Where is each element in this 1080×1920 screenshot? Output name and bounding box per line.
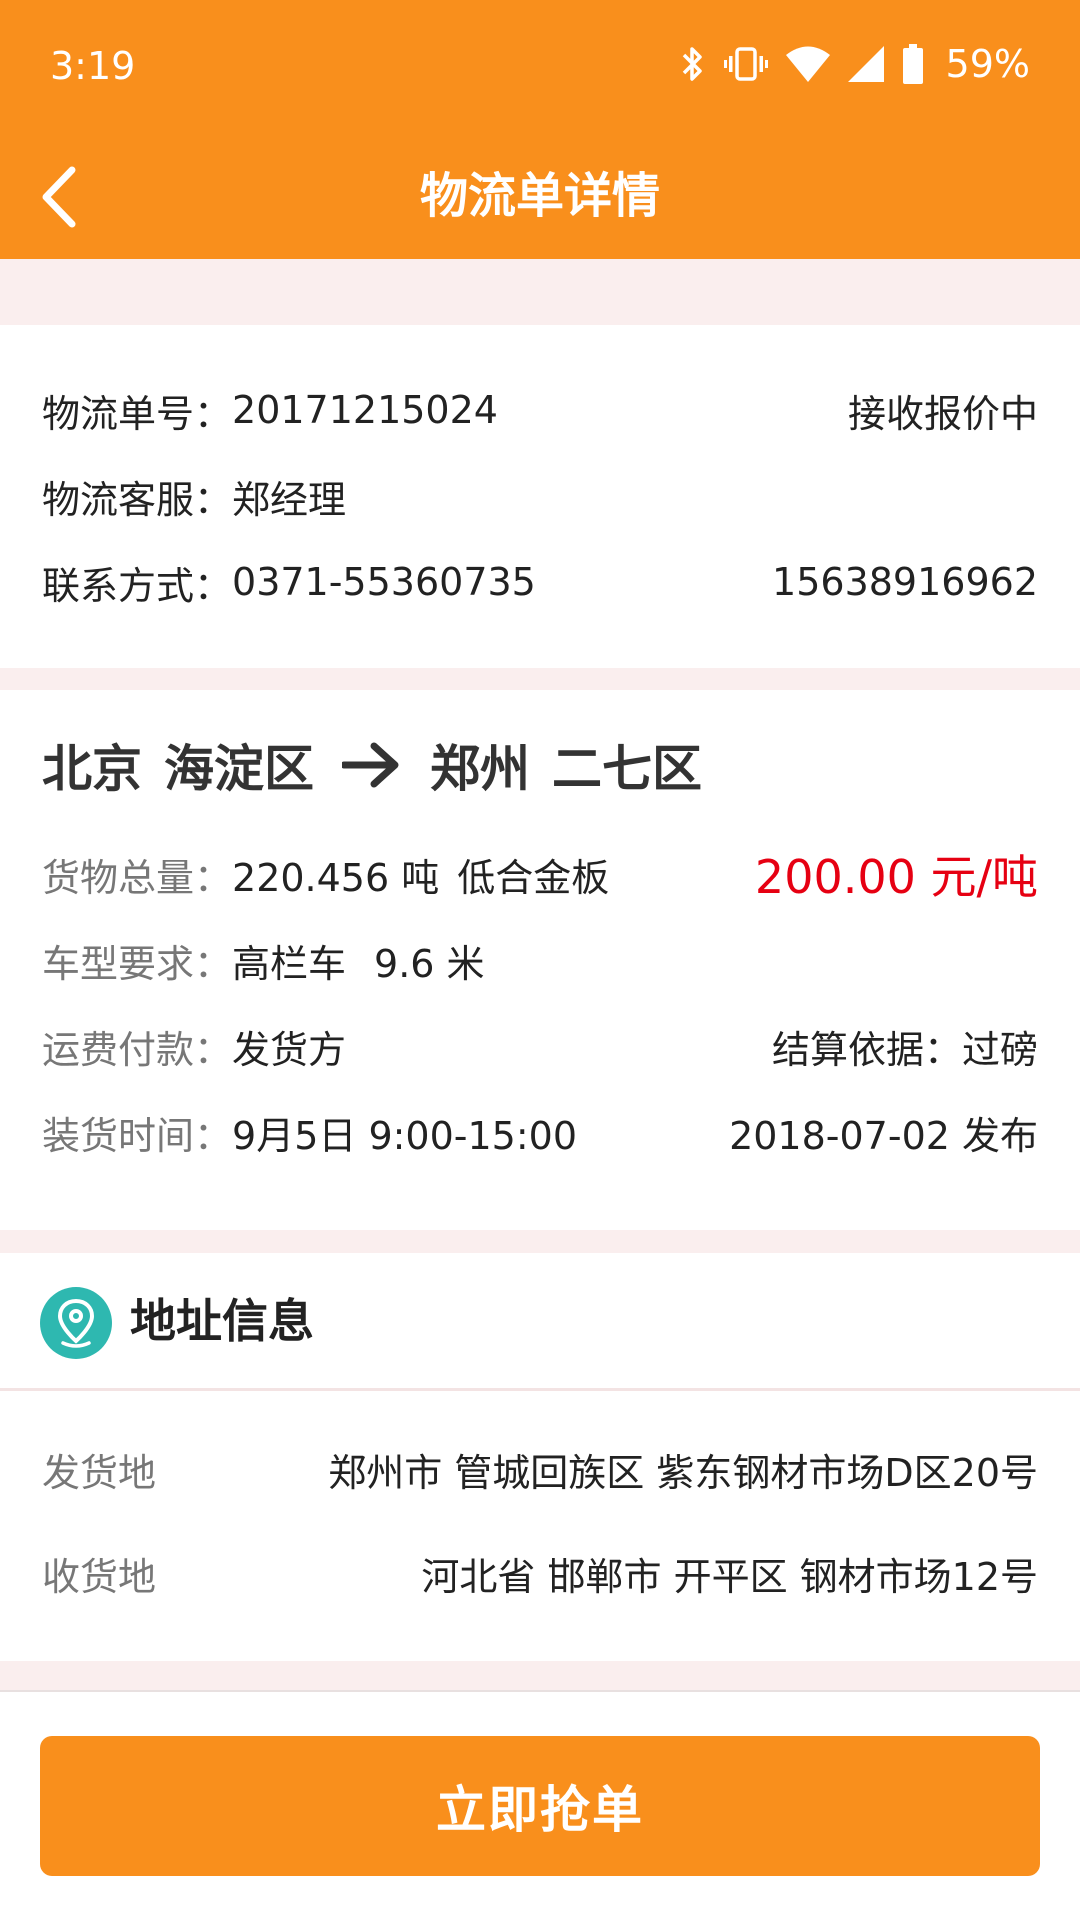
section-title: 地址信息 — [130, 1294, 314, 1348]
from-city: 北京 — [42, 740, 142, 798]
top-bar: 3:19 59% 物流单详情 — [0, 0, 1080, 259]
vibrate-icon — [723, 44, 768, 84]
order-number-row: 物流单号： 20171215024 接收报价中 — [42, 380, 1038, 440]
app-bar: 物流单详情 — [0, 140, 1080, 250]
weight-value: 220.456 吨 — [232, 855, 440, 900]
order-status-badge: 接收报价中 — [847, 391, 1038, 436]
vehicle-label: 车型要求： — [42, 941, 233, 986]
weight-row: 货物总量： 220.456 吨 低合金板 200.00 元/吨 — [42, 844, 1038, 904]
from-district: 海淀区 — [164, 740, 314, 798]
contact-row: 联系方式： 0371-55360735 15638916962 — [42, 552, 1038, 612]
price-value: 200.00 元/吨 — [754, 850, 1038, 904]
grab-order-button[interactable]: 立即抢单 — [40, 1736, 1040, 1876]
route-line: 北京 海淀区 郑州 二七区 — [42, 730, 702, 800]
payment-value: 发货方 — [232, 1027, 347, 1072]
to-city: 郑州 — [430, 740, 530, 798]
vehicle-row: 车型要求： 高栏车 9.6 米 — [42, 930, 1038, 990]
weight-label: 货物总量： — [42, 855, 233, 900]
service-name: 郑经理 — [232, 477, 347, 522]
loading-row: 装货时间： 9月5日 9:00-15:00 2018-07-02 发布 — [42, 1102, 1038, 1162]
ship-to-row: 收货地 河北省 邯郸市 开平区 钢材市场12号 — [42, 1543, 1038, 1603]
ship-from-row: 发货地 郑州市 管城回族区 紫东钢材市场D区20号 — [42, 1439, 1038, 1499]
address-card: 地址信息 发货地 郑州市 管城回族区 紫东钢材市场D区20号 收货地 河北省 邯… — [0, 1253, 1080, 1661]
payment-label: 运费付款： — [42, 1027, 233, 1072]
ship-from-address: 郑州市 管城回族区 紫东钢材市场D区20号 — [328, 1450, 1038, 1495]
publish-date: 2018-07-02 发布 — [729, 1113, 1038, 1158]
wifi-icon — [785, 46, 830, 82]
mobile-link[interactable]: 15638916962 — [772, 560, 1038, 604]
payment-row: 运费付款： 发货方 结算依据： 过磅 — [42, 1016, 1038, 1076]
bottom-action-bar: 立即抢单 — [0, 1690, 1080, 1920]
status-icons: 59% — [680, 40, 1030, 88]
battery-percent: 59% — [945, 42, 1030, 86]
service-row: 物流客服： 郑经理 — [42, 466, 1038, 526]
bluetooth-icon — [680, 44, 706, 84]
ship-to-label: 收货地 — [42, 1554, 157, 1599]
settle-value: 过磅 — [961, 1027, 1038, 1072]
loading-label: 装货时间： — [42, 1113, 233, 1158]
order-number-label: 物流单号： — [42, 391, 233, 436]
goods-name: 低合金板 — [457, 855, 610, 900]
signal-icon — [847, 46, 884, 82]
status-time: 3:19 — [50, 44, 136, 88]
order-info-card: 物流单号： 20171215024 接收报价中 物流客服： 郑经理 联系方式： … — [0, 325, 1080, 668]
ship-from-label: 发货地 — [42, 1450, 157, 1495]
order-number: 20171215024 — [232, 388, 498, 432]
vehicle-type: 高栏车 — [232, 941, 347, 986]
phone-link[interactable]: 0371-55360735 — [232, 560, 536, 604]
address-header: 地址信息 — [0, 1253, 1080, 1391]
to-district: 二七区 — [552, 740, 702, 798]
arrow-right-icon — [342, 742, 400, 788]
vehicle-length: 9.6 米 — [374, 941, 485, 986]
location-pin-icon — [40, 1287, 112, 1359]
settle-label: 结算依据： — [771, 1027, 962, 1072]
page-title: 物流单详情 — [419, 168, 660, 224]
status-bar: 3:19 59% — [0, 0, 1080, 130]
battery-icon — [902, 44, 924, 84]
contact-label: 联系方式： — [42, 563, 233, 608]
ship-to-address: 河北省 邯郸市 开平区 钢材市场12号 — [421, 1554, 1038, 1599]
cargo-card: 北京 海淀区 郑州 二七区 货物总量： 220.456 吨 低合金板 200.0… — [0, 690, 1080, 1230]
loading-time: 9月5日 9:00-15:00 — [232, 1113, 578, 1158]
service-label: 物流客服： — [42, 477, 233, 522]
